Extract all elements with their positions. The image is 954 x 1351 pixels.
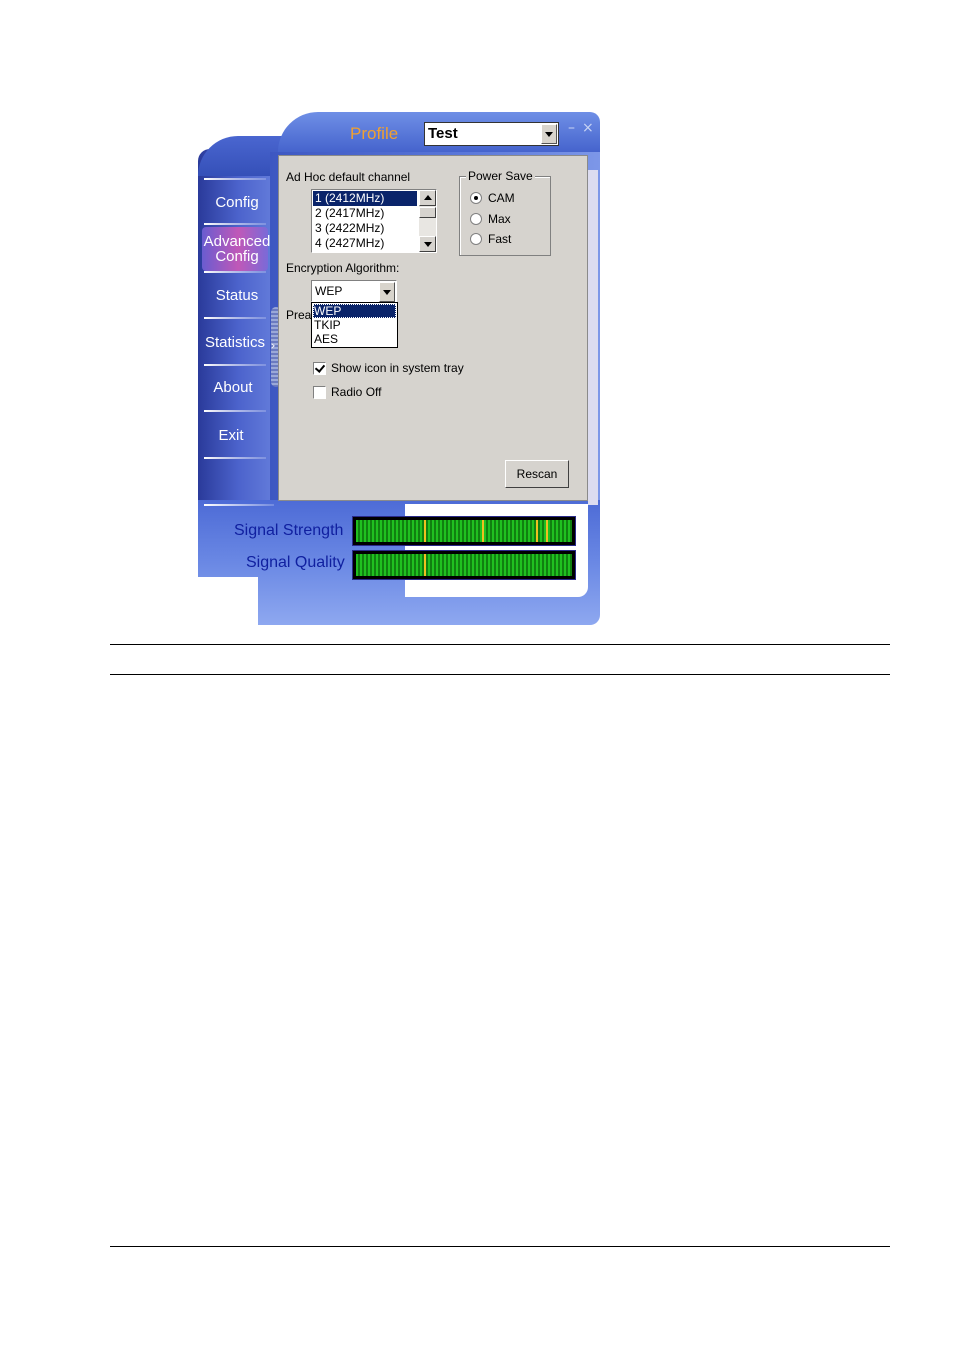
encryption-dropdown-list[interactable]: WEP TKIP AES [311,302,398,348]
nav-item-status[interactable]: Status [198,288,276,303]
meter-mark [546,520,548,542]
nav-separator [204,410,266,412]
dropdown-option-tkip[interactable]: TKIP [313,318,396,332]
nav-separator [204,178,266,180]
profile-select-value: Test [428,125,458,142]
signal-strength-meter [352,516,576,546]
chevron-down-icon[interactable] [379,282,395,302]
profile-select[interactable]: Test [424,122,559,146]
scroll-up-icon[interactable] [419,190,436,206]
cam-radio[interactable] [470,192,482,204]
fast-label: Fast [488,232,512,246]
channel-listbox[interactable]: 1 (2412MHz) 2 (2417MHz) 3 (2422MHz) 4 (2… [311,189,437,253]
nav-item-advanced-config[interactable]: Advanced Config [198,234,276,264]
dropdown-option-aes[interactable]: AES [313,332,396,346]
chevron-right-icon[interactable]: › [271,339,275,352]
encryption-select-value: WEP [315,284,343,298]
nav-item-exit[interactable]: Exit [192,428,270,443]
max-radio[interactable] [470,213,482,225]
signal-quality-meter [352,550,576,580]
wireless-utility-window: Profile Test – × Config Advanced Config … [198,112,600,625]
nav-separator [204,504,274,506]
cam-label: CAM [488,191,515,205]
radio-off-label: Radio Off [331,385,382,399]
advanced-config-panel: Ad Hoc default channel 1 (2412MHz) 2 (24… [278,155,588,501]
encryption-select[interactable]: WEP [311,280,397,302]
divider [110,674,890,675]
fast-radio[interactable] [470,233,482,245]
list-item[interactable]: 2 (2417MHz) [313,206,417,221]
signal-strength-label: Signal Strength [234,522,344,539]
radio-off-checkbox[interactable] [313,386,326,399]
meter-mark [424,520,426,542]
frame-bottom-cut [198,577,258,625]
power-save-title: Power Save [466,169,535,183]
max-label: Max [488,212,511,226]
nav-item-statistics[interactable]: Statistics [196,335,274,350]
signal-quality-label: Signal Quality [246,554,345,571]
encryption-label: Encryption Algorithm: [286,261,400,275]
scroll-thumb[interactable] [419,207,436,218]
profile-label: Profile [350,124,399,143]
panel-edge [588,170,598,505]
show-icon-checkbox[interactable] [313,362,326,375]
list-item[interactable]: 1 (2412MHz) [313,191,417,206]
meter-mark [424,554,426,576]
meter-mark [536,520,538,542]
nav-separator [204,271,266,273]
meter-mark [482,520,484,542]
divider [110,644,890,645]
nav-separator [204,457,266,459]
dropdown-option-wep[interactable]: WEP [313,304,396,318]
power-save-group: Power Save CAM Max Fast [459,169,551,256]
list-item[interactable]: 4 (2427MHz) [313,236,417,251]
list-item[interactable]: 3 (2422MHz) [313,221,417,236]
adhoc-channel-label: Ad Hoc default channel [286,170,411,184]
minimize-icon[interactable]: – [568,120,575,136]
nav-item-config[interactable]: Config [198,195,276,210]
scroll-down-icon[interactable] [419,236,436,252]
divider [110,1246,890,1247]
show-icon-label: Show icon in system tray [331,361,464,375]
signal-strength-bars [356,520,572,542]
nav-item-about[interactable]: About [194,380,272,395]
signal-quality-bars [356,554,572,576]
channel-scrollbar[interactable] [419,190,436,252]
nav-separator [204,364,266,366]
nav-separator [204,317,266,319]
chevron-down-icon[interactable] [541,124,557,144]
rescan-button[interactable]: Rescan [505,460,569,488]
close-icon[interactable]: × [582,120,594,136]
preamble-label: Prea [286,308,312,322]
nav-separator [204,223,266,225]
